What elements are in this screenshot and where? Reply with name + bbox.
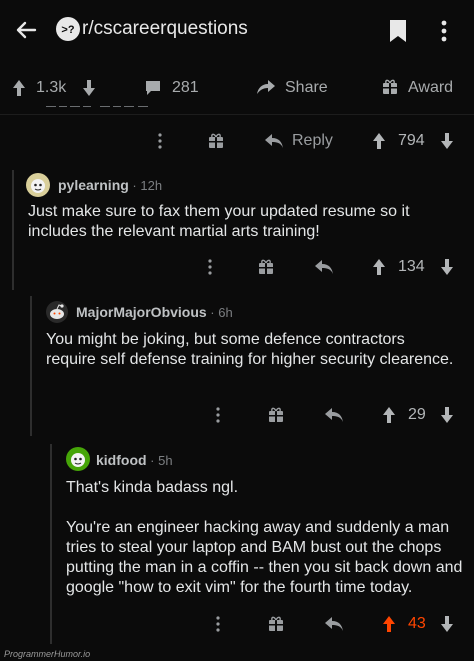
comment-actions-row: Reply 794 [0, 122, 474, 162]
vote-count: 29 [408, 406, 426, 423]
share-button[interactable]: Share [285, 79, 328, 97]
top-app-bar: >? r/cscareerquestions [0, 0, 474, 62]
downvote-arrow-icon[interactable] [82, 79, 96, 97]
downvote-arrow-icon[interactable] [440, 132, 454, 150]
post-upvote-count: 1.3k [36, 79, 67, 96]
vote-count: 794 [398, 132, 425, 149]
avatar[interactable] [66, 447, 90, 471]
post-comment-count: 281 [172, 79, 199, 96]
comment-meta: pylearning · 12h [58, 177, 163, 193]
comment-age: 5h [158, 453, 173, 468]
reply-arrow-icon[interactable] [324, 616, 344, 632]
comment-age: 12h [140, 178, 163, 193]
comment-body: You might be joking, but some defence co… [46, 331, 454, 368]
comment-meta: MajorMajorObvious · 6h [76, 304, 233, 320]
subreddit-logo-icon[interactable]: >? [56, 17, 80, 41]
award-gift-icon[interactable] [268, 616, 284, 632]
reply-arrow-icon[interactable] [264, 133, 284, 149]
vote-count: 134 [398, 258, 425, 275]
reply-button[interactable]: Reply [292, 132, 333, 150]
award-button[interactable]: Award [408, 79, 453, 97]
upvote-arrow-icon[interactable] [382, 406, 396, 424]
more-options-icon[interactable] [158, 133, 162, 149]
more-options-icon[interactable] [216, 407, 220, 423]
svg-text:>?: >? [61, 24, 74, 36]
comment-body-line2: You're an engineer hacking away and sudd… [66, 519, 463, 596]
comment-actions-row: 43 [0, 612, 474, 652]
more-vertical-icon[interactable] [440, 19, 448, 43]
downvote-arrow-icon[interactable] [440, 406, 454, 424]
subreddit-title[interactable]: r/cscareerquestions [82, 18, 248, 40]
comment-actions-row: 134 [0, 248, 474, 288]
upvote-arrow-icon[interactable] [12, 79, 26, 97]
vote-count: 43 [408, 615, 426, 632]
comment-meta: kidfood · 5h [96, 452, 173, 468]
comment-age: 6h [218, 305, 233, 320]
comment-body: Just make sure to fax them your updated … [28, 203, 410, 240]
award-gift-icon[interactable] [382, 79, 398, 95]
reply-arrow-icon[interactable] [314, 259, 334, 275]
downvote-arrow-icon[interactable] [440, 615, 454, 633]
bookmark-icon[interactable] [388, 19, 408, 43]
upvote-arrow-icon-active[interactable] [382, 615, 396, 633]
truncated-text-fragment [46, 106, 162, 112]
avatar[interactable] [26, 173, 50, 197]
comment-body-line1: That's kinda badass ngl. [66, 479, 239, 496]
watermark: ProgrammerHumor.io [4, 649, 91, 659]
username[interactable]: pylearning [58, 177, 129, 193]
upvote-arrow-icon[interactable] [372, 132, 386, 150]
avatar[interactable] [46, 301, 68, 323]
comment-majormajorobvious: MajorMajorObvious · 6h You might be joki… [46, 300, 466, 400]
username[interactable]: kidfood [96, 452, 147, 468]
reply-arrow-icon[interactable] [324, 407, 344, 423]
award-gift-icon[interactable] [258, 259, 274, 275]
upvote-arrow-icon[interactable] [372, 258, 386, 276]
share-arrow-icon[interactable] [256, 78, 276, 96]
more-options-icon[interactable] [208, 259, 212, 275]
username[interactable]: MajorMajorObvious [76, 304, 207, 320]
comment-kidfood: kidfood · 5h That's kinda badass ngl. Yo… [66, 446, 466, 606]
award-gift-icon[interactable] [268, 407, 284, 423]
award-gift-icon[interactable] [208, 133, 224, 149]
downvote-arrow-icon[interactable] [440, 258, 454, 276]
comment-actions-row: 29 [0, 396, 474, 436]
back-arrow-icon[interactable] [14, 18, 38, 42]
comment-bubble-icon[interactable] [144, 79, 162, 97]
more-options-icon[interactable] [216, 616, 220, 632]
